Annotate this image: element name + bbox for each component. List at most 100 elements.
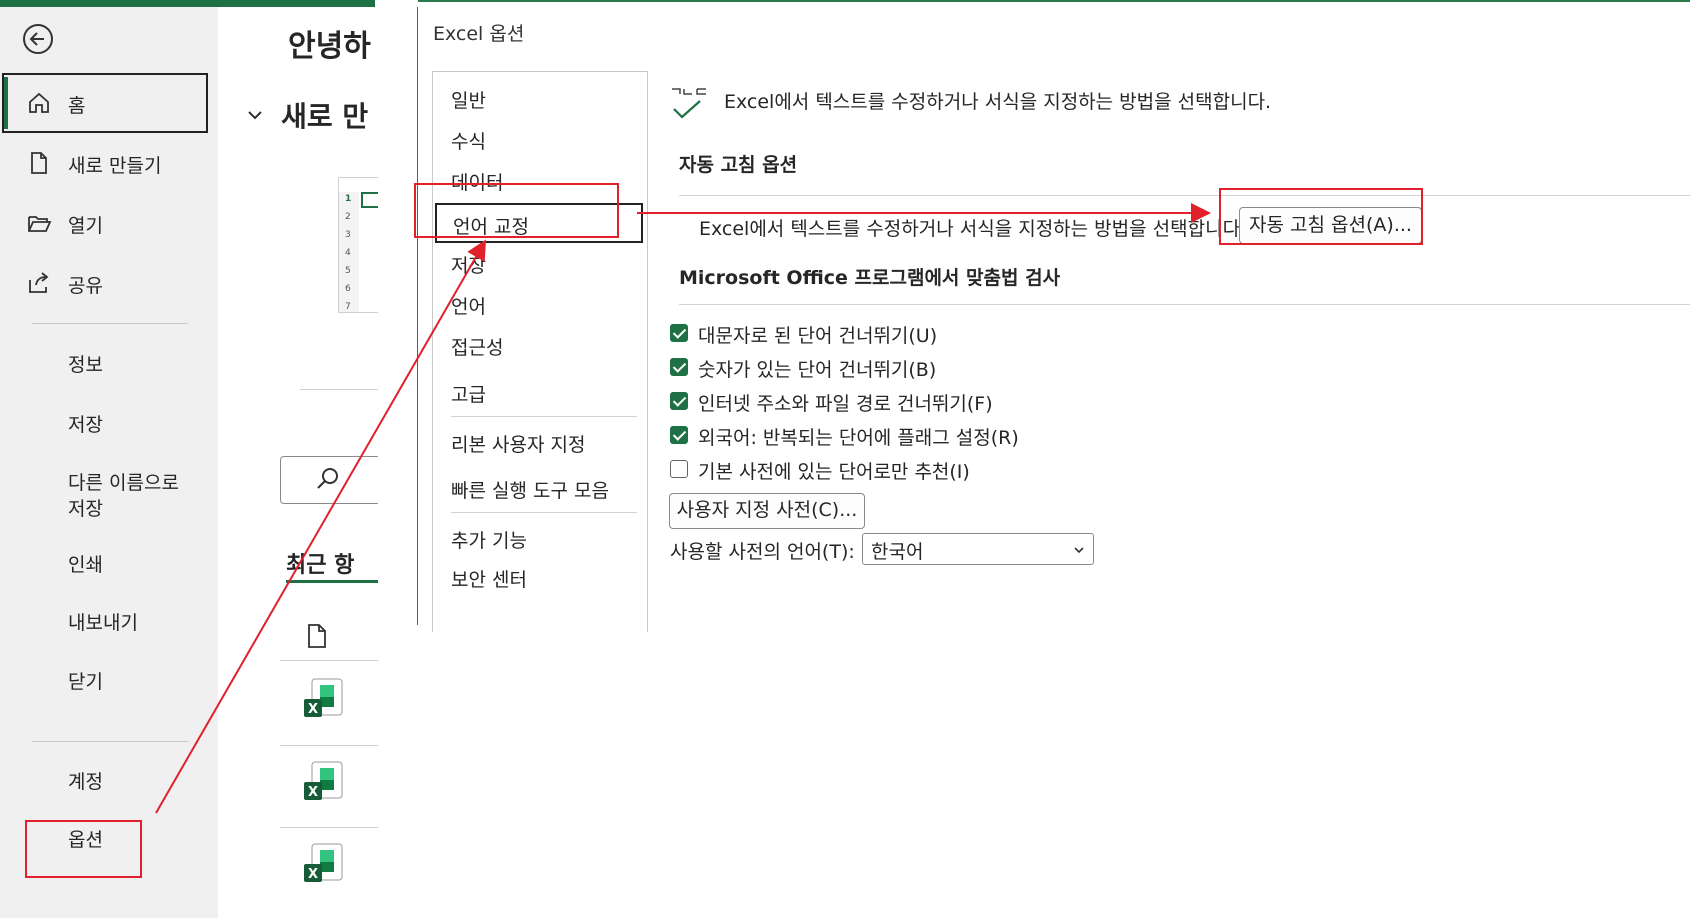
nav-info[interactable]: 정보 — [68, 352, 103, 378]
content-divider — [300, 389, 378, 390]
nav-save[interactable]: 저장 — [68, 412, 103, 438]
annotation-box-options — [25, 820, 142, 878]
nav-new-label: 새로 만들기 — [68, 155, 162, 177]
category-label: 일반 — [451, 90, 486, 112]
new-section-title: 새로 만 — [281, 100, 369, 133]
excel-file-icon[interactable]: X — [300, 675, 346, 723]
category-quick-access-toolbar[interactable]: 빠른 실행 도구 모음 — [433, 470, 647, 504]
proofing-abc-check-icon — [672, 88, 706, 119]
option-label: 기본 사전에 있는 단어로만 추천(I) — [698, 461, 970, 483]
nav-home-selection — [2, 73, 208, 133]
category-label: 추가 기능 — [451, 530, 527, 552]
selected-cell — [361, 192, 378, 208]
option-label: 숫자가 있는 단어 건너뛰기(B) — [698, 359, 937, 381]
svg-text:X: X — [308, 867, 318, 882]
nav-export[interactable]: 내보내기 — [68, 610, 138, 636]
open-folder-icon — [28, 216, 52, 232]
backstage-nav: 홈 새로 만들기 열기 공유 정보 저장 다른 이름으로 저장 인쇄 내보내기 … — [0, 7, 218, 918]
nav-save-as[interactable]: 다른 이름으로 저장 — [68, 470, 179, 522]
row-num-5: 5 — [345, 266, 351, 276]
search-box[interactable] — [280, 456, 378, 504]
category-add-ins[interactable]: 추가 기능 — [433, 520, 647, 554]
category-label: 접근성 — [451, 337, 504, 359]
custom-dictionaries-button[interactable]: 사용자 지정 사전(C)... — [669, 493, 865, 529]
category-trust-center[interactable]: 보안 센터 — [433, 559, 647, 593]
blank-workbook-thumbnail[interactable]: 1 2 3 4 5 6 7 — [338, 177, 378, 313]
category-list: 일반 수식 데이터 언어 교정 저장 언어 접근성 고급 리본 사용자 지정 빠… — [432, 71, 648, 632]
checkbox-suggest-main-dictionary-only[interactable] — [670, 460, 688, 478]
nav-divider-2 — [32, 741, 188, 742]
option-label: 인터넷 주소와 파일 경로 건너뛰기(F) — [698, 393, 993, 415]
chevron-down-icon — [1074, 547, 1084, 554]
nav-new[interactable]: 새로 만들기 — [0, 137, 218, 189]
option-label: 대문자로 된 단어 건너뛰기(U) — [698, 325, 938, 347]
checkbox-ignore-internet-addresses[interactable] — [670, 392, 688, 410]
excel-options-dialog: Excel 옵션 일반 수식 데이터 언어 교정 저장 언어 접근성 고급 리본… — [417, 0, 1690, 632]
recent-underline — [286, 580, 378, 583]
nav-home-indicator — [4, 77, 8, 129]
dialog-title: Excel 옵션 — [433, 23, 525, 45]
nav-account[interactable]: 계정 — [68, 769, 103, 795]
back-button[interactable] — [22, 23, 54, 55]
nav-share[interactable]: 공유 — [0, 257, 218, 309]
proofing-header-text: Excel에서 텍스트를 수정하거나 서식을 지정하는 방법을 선택합니다. — [724, 91, 1272, 113]
category-divider — [451, 512, 637, 513]
category-save[interactable]: 저장 — [433, 245, 647, 279]
spelling-section-line — [679, 304, 1690, 305]
nav-open-label: 열기 — [68, 215, 103, 237]
autocorrect-section-line — [679, 195, 1690, 196]
option-label: 외국어: 반복되는 단어에 플래그 설정(R) — [698, 427, 1019, 449]
category-divider — [451, 416, 637, 417]
chevron-down-icon — [248, 111, 262, 120]
checkbox-flag-repeated-words[interactable] — [670, 426, 688, 444]
category-label: 보안 센터 — [451, 569, 527, 591]
checkbox-ignore-uppercase[interactable] — [670, 324, 688, 342]
row-num-3: 3 — [345, 230, 351, 240]
greeting-title: 안녕하 — [288, 29, 371, 64]
recent-divider-2 — [280, 745, 378, 746]
row-num-6: 6 — [345, 284, 351, 294]
new-document-icon — [31, 152, 47, 174]
dialog-top-border — [418, 0, 1690, 2]
backstage-content: 안녕하 새로 만 1 2 3 4 5 6 7 최근 항 — [218, 7, 378, 918]
recent-label[interactable]: 최근 항 — [286, 547, 354, 579]
category-language[interactable]: 언어 — [433, 286, 647, 320]
nav-divider-1 — [32, 323, 188, 324]
category-label: 언어 — [451, 296, 486, 318]
nav-close[interactable]: 닫기 — [68, 669, 103, 695]
autocorrect-section-title: 자동 고침 옵션 — [679, 154, 798, 176]
spelling-section-title: Microsoft Office 프로그램에서 맞춤법 검사 — [679, 267, 1061, 289]
back-arrow-icon — [23, 24, 53, 54]
nav-open[interactable]: 열기 — [0, 197, 218, 249]
category-advanced[interactable]: 고급 — [433, 374, 647, 408]
excel-file-icon[interactable]: X — [300, 840, 346, 888]
category-general[interactable]: 일반 — [433, 80, 647, 114]
search-icon — [317, 468, 338, 489]
row-num-1: 1 — [345, 194, 352, 204]
recent-divider-1 — [280, 660, 378, 661]
category-label: 리본 사용자 지정 — [451, 434, 586, 456]
new-section-toggle[interactable]: 새로 만 — [246, 95, 368, 135]
category-label: 수식 — [451, 131, 486, 153]
dictionary-language-label: 사용할 사전의 언어(T): — [670, 541, 855, 563]
category-label: 빠른 실행 도구 모음 — [451, 480, 609, 502]
svg-text:X: X — [308, 785, 318, 800]
category-accessibility[interactable]: 접근성 — [433, 327, 647, 361]
file-header-icon — [308, 624, 326, 648]
autocorrect-description: Excel에서 텍스트를 수정하거나 서식을 지정하는 방법을 선택합니다. — [699, 218, 1247, 240]
annotation-box-proofing — [414, 183, 619, 238]
nav-share-label: 공유 — [68, 275, 103, 297]
annotation-box-autocorrect — [1219, 188, 1423, 245]
nav-print[interactable]: 인쇄 — [68, 552, 103, 578]
dictionary-language-select[interactable]: 한국어 — [862, 533, 1094, 565]
checkbox-ignore-numbers[interactable] — [670, 358, 688, 376]
svg-text:X: X — [308, 702, 318, 717]
row-num-2: 2 — [345, 212, 351, 222]
row-num-4: 4 — [345, 248, 351, 258]
excel-file-icon[interactable]: X — [300, 758, 346, 806]
category-customize-ribbon[interactable]: 리본 사용자 지정 — [433, 424, 647, 458]
share-icon — [29, 272, 49, 293]
row-num-7: 7 — [345, 302, 351, 312]
backstage-top-bar — [0, 0, 375, 7]
category-formulas[interactable]: 수식 — [433, 121, 647, 155]
